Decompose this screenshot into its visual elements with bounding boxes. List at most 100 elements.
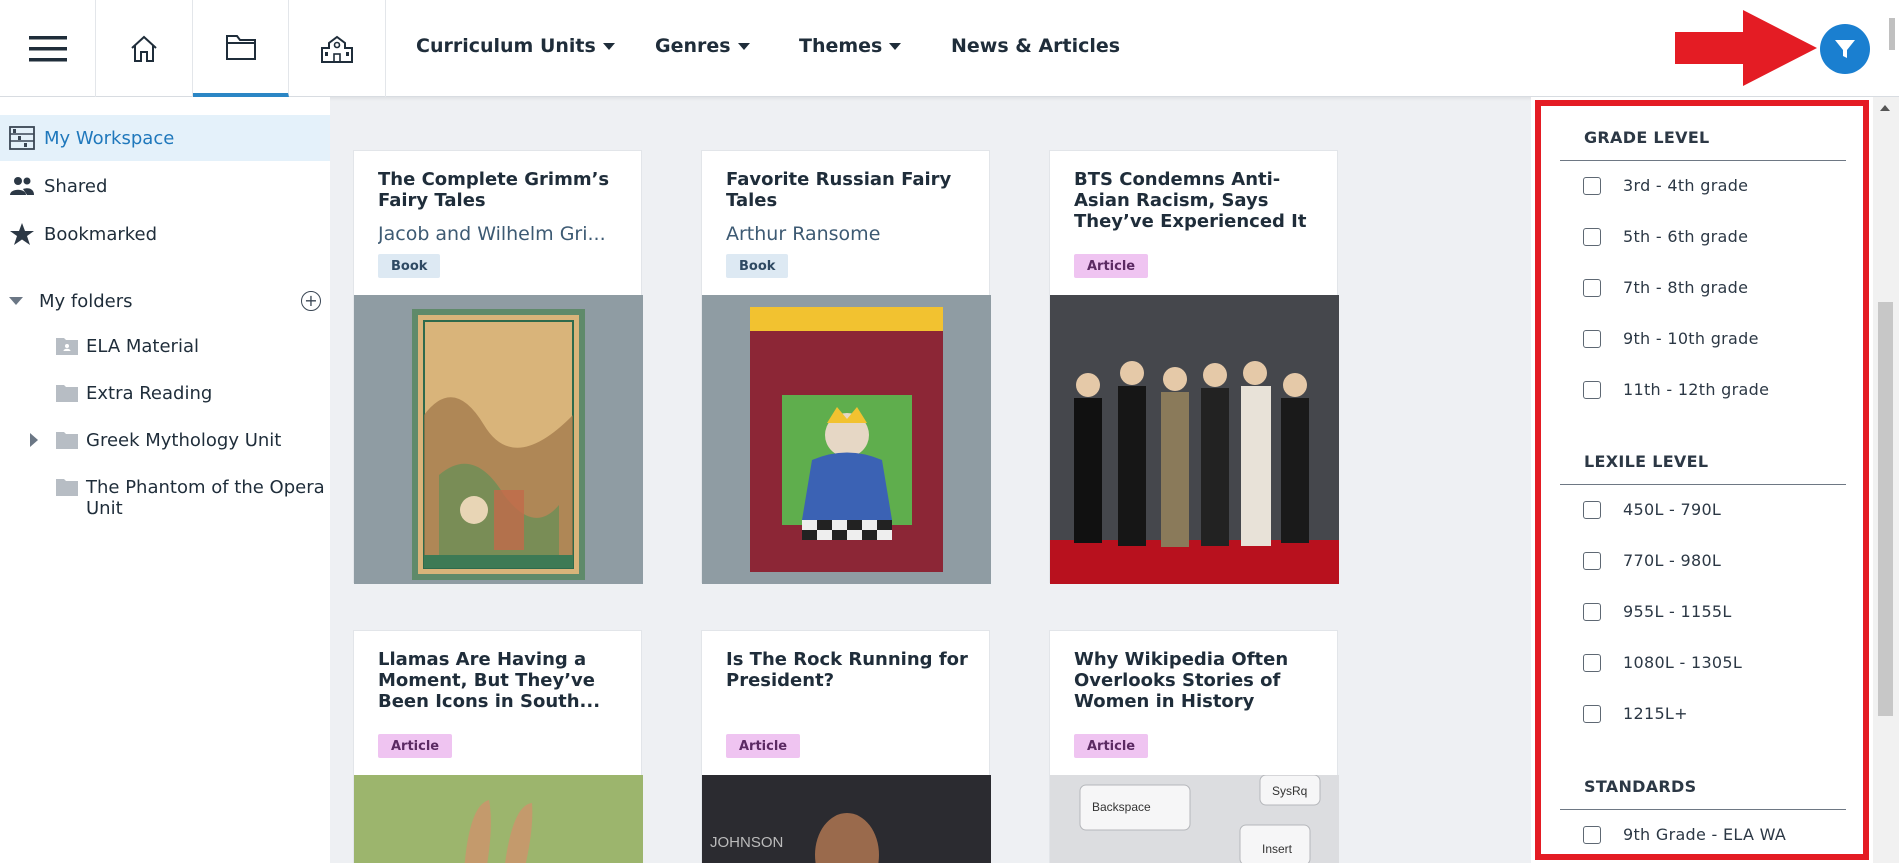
content-card-the-rock[interactable]: Is The Rock Running for President? Artic… [701,630,991,863]
card-title[interactable]: Why Wikipedia Often Overlooks Stories of… [1074,649,1324,712]
sidebar-item-my-workspace[interactable]: My Workspace [0,115,330,161]
content-card-llamas[interactable]: Llamas Are Having a Moment, But They’ve … [353,630,643,863]
section-divider [1560,160,1846,161]
nav-news-articles[interactable]: News & Articles [951,35,1120,57]
type-badge: Article [1074,734,1149,758]
sidebar-item-bookmarked[interactable]: Bookmarked [0,211,330,257]
workspace-tab-button[interactable] [193,0,289,97]
collapse-caret-icon[interactable] [9,297,23,305]
sidebar-item-shared[interactable]: Shared [0,163,330,209]
caret-down-icon [602,42,615,50]
filter-button[interactable] [1820,24,1870,74]
card-cover-image[interactable] [1050,295,1339,584]
card-author: Jacob and Wilhelm Gri... [378,223,606,245]
checkbox[interactable] [1583,500,1601,519]
grimm-cover-art [412,309,585,580]
key-label: Insert [1262,842,1293,856]
grade-option-5-6[interactable]: 5th - 6th grade [1583,227,1748,246]
checkbox[interactable] [1583,278,1601,297]
folder-label: Greek Mythology Unit [86,430,282,451]
card-cover-image[interactable] [354,775,643,863]
checkbox[interactable] [1583,176,1601,195]
key-label: Backspace [1092,800,1151,814]
sidebar-item-label: Bookmarked [44,223,158,245]
red-arrow-annotation [1675,10,1817,86]
checkbox[interactable] [1583,329,1601,348]
lexile-option-770-980[interactable]: 770L - 980L [1583,551,1721,570]
scrollbar-thumb[interactable] [1878,302,1893,716]
content-card-wikipedia[interactable]: Why Wikipedia Often Overlooks Stories of… [1049,630,1339,863]
grade-option-9-10[interactable]: 9th - 10th grade [1583,329,1759,348]
folder-label: ELA Material [86,336,199,357]
option-label: 450L - 790L [1623,500,1722,519]
option-label: 9th - 10th grade [1623,329,1759,348]
lexile-option-450-790[interactable]: 450L - 790L [1583,500,1721,519]
card-cover-image[interactable]: JOHNSON [702,775,991,863]
add-folder-icon[interactable]: + [301,291,321,311]
folder-icon [56,430,86,454]
standards-option-9th-ela-wa[interactable]: 9th Grade - ELA WA [1583,825,1786,844]
content-card-grimm[interactable]: The Complete Grimm’s Fairy Tales Jacob a… [353,150,643,584]
content-card-russian-tales[interactable]: Favorite Russian Fairy Tales Arthur Rans… [701,150,991,584]
folder-item-greek-mythology[interactable]: Greek Mythology Unit [30,430,326,454]
folder-icon [225,34,256,60]
lexile-option-955-1155[interactable]: 955L - 1155L [1583,602,1732,621]
card-title[interactable]: BTS Condemns Anti-Asian Racism, Says The… [1074,169,1324,232]
lexile-option-1215-plus[interactable]: 1215L+ [1583,704,1688,723]
key-label: SysRq [1272,784,1307,798]
card-title[interactable]: Is The Rock Running for President? [726,649,976,691]
checkbox[interactable] [1583,380,1601,399]
russian-tales-cover-art [750,307,943,572]
folder-label: Extra Reading [86,383,213,404]
expand-caret-icon[interactable] [30,433,38,447]
checkbox[interactable] [1583,227,1601,246]
star-icon [0,223,44,245]
folder-item-ela-material[interactable]: ELA Material [56,336,326,360]
grade-option-11-12[interactable]: 11th - 12th grade [1583,380,1769,399]
llama-photo [354,775,643,863]
nav-link-label: Curriculum Units [416,35,596,57]
standards-heading: STANDARDS [1584,777,1697,796]
grade-option-7-8[interactable]: 7th - 8th grade [1583,278,1748,297]
type-badge: Article [726,734,801,758]
checkbox[interactable] [1583,704,1601,723]
folder-item-phantom-opera[interactable]: The Phantom of the Opera Unit [56,477,326,519]
content-card-bts[interactable]: BTS Condemns Anti-Asian Racism, Says The… [1049,150,1339,584]
card-title[interactable]: The Complete Grimm’s Fairy Tales [378,169,628,211]
card-cover-image[interactable]: Backspace SysRq Insert [1050,775,1339,863]
checkbox[interactable] [1583,602,1601,621]
shared-folder-icon [56,336,86,360]
card-title[interactable]: Llamas Are Having a Moment, But They’ve … [378,649,628,712]
card-cover-image[interactable] [354,295,643,584]
card-cover-image[interactable] [702,295,991,584]
page-scrollbar-thumb[interactable] [1889,18,1895,50]
scroll-up-arrow-icon[interactable] [1880,105,1890,111]
lexile-option-1080-1305[interactable]: 1080L - 1305L [1583,653,1742,672]
menu-button[interactable] [0,0,96,97]
caret-down-icon [889,42,902,50]
home-icon [131,35,157,62]
background-text: JOHNSON [710,834,783,851]
nav-link-label: Themes [799,35,883,57]
nav-themes[interactable]: Themes [799,35,902,57]
checkbox[interactable] [1583,551,1601,570]
school-button[interactable] [289,0,386,97]
checkbox[interactable] [1583,653,1601,672]
option-label: 7th - 8th grade [1623,278,1749,297]
folder-item-extra-reading[interactable]: Extra Reading [56,383,326,407]
option-label: 955L - 1155L [1623,602,1732,621]
home-button[interactable] [96,0,193,97]
checkbox[interactable] [1583,825,1601,844]
the-rock-photo: JOHNSON [702,775,991,863]
menu-icon [28,35,67,61]
option-label: 770L - 980L [1623,551,1722,570]
nav-genres[interactable]: Genres [655,35,750,57]
sidebar-item-label: My Workspace [44,127,175,149]
option-label: 9th Grade - ELA WA [1623,825,1787,844]
grade-option-3-4[interactable]: 3rd - 4th grade [1583,176,1748,195]
nav-curriculum-units[interactable]: Curriculum Units [416,35,615,57]
grade-level-heading: GRADE LEVEL [1584,128,1710,147]
card-title[interactable]: Favorite Russian Fairy Tales [726,169,976,211]
type-badge: Book [378,254,441,278]
my-folders-header[interactable]: My folders + [0,281,330,321]
